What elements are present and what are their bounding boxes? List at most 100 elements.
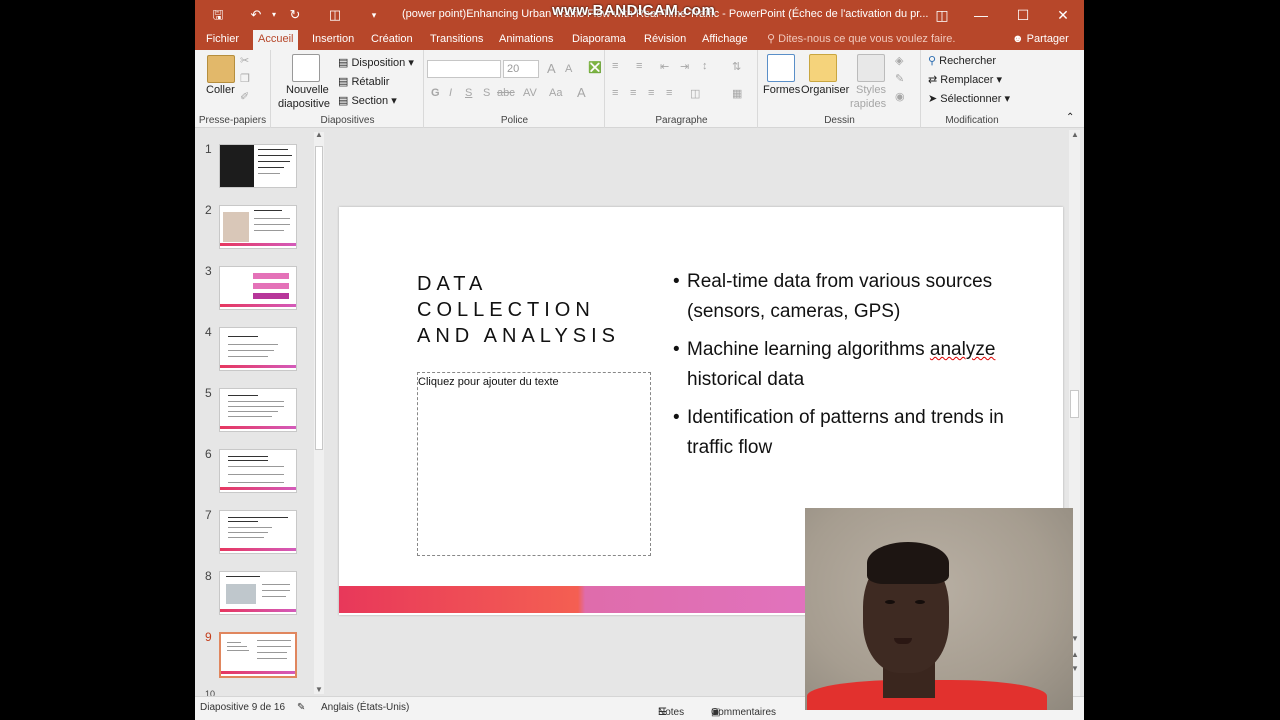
- minimize-button[interactable]: —: [961, 0, 1001, 30]
- tab-transitions[interactable]: Transitions: [425, 30, 488, 50]
- tab-view[interactable]: Affichage: [697, 30, 753, 50]
- bullet-list[interactable]: Real-time data from various sources (sen…: [673, 267, 1053, 471]
- arrange-button[interactable]: Organiser: [801, 84, 849, 96]
- paste-button[interactable]: Coller: [206, 84, 235, 96]
- thumbnail-slide-9[interactable]: [219, 632, 297, 678]
- thumbnail-slide-5[interactable]: [219, 388, 297, 432]
- tell-me-search[interactable]: ⚲ Dites-nous ce que vous voulez faire.: [767, 30, 955, 49]
- undo-icon[interactable]: ↶: [247, 6, 265, 24]
- find-button[interactable]: ⚲ Rechercher: [928, 54, 996, 67]
- bullet-item[interactable]: Machine learning algorithms analyze hist…: [673, 335, 1053, 395]
- reset-button[interactable]: ▤ Rétablir: [338, 75, 389, 88]
- thumbnail-slide-4[interactable]: [219, 327, 297, 371]
- clear-formatting-icon[interactable]: ❎: [588, 61, 602, 74]
- quick-styles-icon[interactable]: [857, 54, 885, 82]
- strikethrough-icon[interactable]: abc: [497, 87, 515, 99]
- scroll-up-icon[interactable]: ▲: [315, 130, 323, 139]
- thumbnails-scroll-thumb[interactable]: [315, 146, 323, 450]
- scroll-up-icon[interactable]: ▲: [1071, 130, 1079, 139]
- maximize-button[interactable]: ☐: [1003, 0, 1043, 30]
- align-center-icon[interactable]: ≡: [630, 87, 636, 99]
- thumbnail-slide-6[interactable]: [219, 449, 297, 493]
- slide-scroll-thumb[interactable]: [1070, 390, 1079, 418]
- thumbnails-scrollbar[interactable]: ▲ ▼: [314, 130, 324, 694]
- font-color-icon[interactable]: A: [577, 85, 586, 100]
- thumbnail-slide-7[interactable]: [219, 510, 297, 554]
- bold-icon[interactable]: G: [431, 87, 440, 99]
- italic-icon[interactable]: I: [449, 87, 452, 99]
- layout-label: Disposition: [351, 57, 406, 69]
- thumbnail-slide-3[interactable]: [219, 266, 297, 310]
- smartart-icon[interactable]: ▦: [732, 87, 742, 100]
- shape-fill-icon[interactable]: ◈: [895, 54, 903, 67]
- replace-button[interactable]: ⇄ Remplacer ▾: [928, 73, 1002, 86]
- recording-watermark: www.BANDICAM.com: [552, 2, 716, 19]
- text-placeholder[interactable]: Cliquez pour ajouter du texte: [417, 372, 651, 556]
- tab-insert[interactable]: Insertion: [307, 30, 359, 50]
- tab-home[interactable]: Accueil: [253, 30, 299, 50]
- section-button[interactable]: ▤ Section ▾: [338, 94, 397, 107]
- paste-icon[interactable]: [207, 55, 235, 83]
- quick-styles-line2[interactable]: rapides: [850, 98, 886, 110]
- new-slide-button-line1[interactable]: Nouvelle: [286, 84, 329, 96]
- language-indicator[interactable]: Anglais (États-Unis): [321, 702, 409, 713]
- undo-dropdown-icon[interactable]: ▾: [265, 6, 283, 24]
- close-button[interactable]: ✕: [1043, 0, 1083, 30]
- shapes-button[interactable]: Formes: [763, 84, 800, 96]
- shape-effects-icon[interactable]: ◉: [895, 90, 905, 103]
- numbering-icon[interactable]: ≡: [636, 60, 642, 72]
- bullet-item[interactable]: Identification of patterns and trends in…: [673, 403, 1053, 463]
- decrease-font-icon[interactable]: A: [565, 63, 572, 75]
- columns-icon[interactable]: ◫: [690, 87, 700, 100]
- redo-icon[interactable]: ↻: [286, 6, 304, 24]
- bullet-item[interactable]: Real-time data from various sources (sen…: [673, 267, 1053, 327]
- text-direction-icon[interactable]: ⇅: [732, 60, 741, 73]
- decrease-indent-icon[interactable]: ⇤: [660, 60, 669, 73]
- increase-indent-icon[interactable]: ⇥: [680, 60, 689, 73]
- customize-toolbar-icon[interactable]: ▾: [365, 6, 383, 24]
- layout-button[interactable]: ▤ Disposition ▾: [338, 56, 414, 69]
- format-painter-icon[interactable]: ✐: [240, 90, 249, 103]
- start-slideshow-icon[interactable]: ◫: [326, 6, 344, 24]
- copy-icon[interactable]: ❐: [240, 72, 250, 85]
- tab-slideshow[interactable]: Diaporama: [567, 30, 631, 50]
- scroll-down-icon[interactable]: ▼: [315, 685, 323, 694]
- arrange-icon[interactable]: [809, 54, 837, 82]
- increase-font-icon[interactable]: A: [547, 61, 556, 76]
- tab-design[interactable]: Création: [366, 30, 418, 50]
- thumbnail-slide-1[interactable]: [219, 144, 297, 188]
- underline-icon[interactable]: S: [465, 87, 472, 99]
- slide-title[interactable]: DATA COLLECTION AND ANALYSIS: [417, 271, 620, 349]
- thumbnail-slide-8[interactable]: [219, 571, 297, 615]
- tab-file[interactable]: Fichier: [201, 30, 244, 50]
- change-case-icon[interactable]: Aa: [549, 87, 562, 99]
- share-button[interactable]: ☻ Partager: [1012, 30, 1069, 49]
- bullets-icon[interactable]: ≡: [612, 60, 618, 72]
- new-slide-button-line2[interactable]: diapositive: [278, 98, 330, 110]
- cut-icon[interactable]: ✂: [240, 54, 249, 67]
- thumb-number: 5: [205, 386, 212, 400]
- select-button[interactable]: ➤ Sélectionner ▾: [928, 92, 1010, 105]
- tab-review[interactable]: Révision: [639, 30, 691, 50]
- align-left-icon[interactable]: ≡: [612, 87, 618, 99]
- line-spacing-icon[interactable]: ↕: [702, 60, 708, 72]
- thumbnail-slide-2[interactable]: [219, 205, 297, 249]
- ribbon-display-options-icon[interactable]: ◫: [922, 0, 962, 30]
- tab-animations[interactable]: Animations: [494, 30, 558, 50]
- character-spacing-icon[interactable]: AV: [523, 87, 537, 99]
- shape-outline-icon[interactable]: ✎: [895, 72, 904, 85]
- justify-icon[interactable]: ≡: [666, 87, 672, 99]
- webcam-hair: [867, 542, 949, 584]
- spellcheck-icon[interactable]: ✎: [297, 702, 305, 713]
- quick-styles-line1[interactable]: Styles: [856, 84, 886, 96]
- collapse-ribbon-icon[interactable]: ⌃: [1066, 112, 1074, 123]
- thumb-number: 9: [205, 630, 212, 644]
- font-size-box[interactable]: 20: [503, 60, 539, 78]
- layout-icon: ▤: [338, 57, 349, 69]
- font-family-box[interactable]: [427, 60, 501, 78]
- shapes-icon[interactable]: [767, 54, 795, 82]
- align-right-icon[interactable]: ≡: [648, 87, 654, 99]
- new-slide-icon[interactable]: [292, 54, 320, 82]
- shadow-icon[interactable]: S: [483, 87, 490, 99]
- save-icon[interactable]: 🖫: [209, 6, 227, 24]
